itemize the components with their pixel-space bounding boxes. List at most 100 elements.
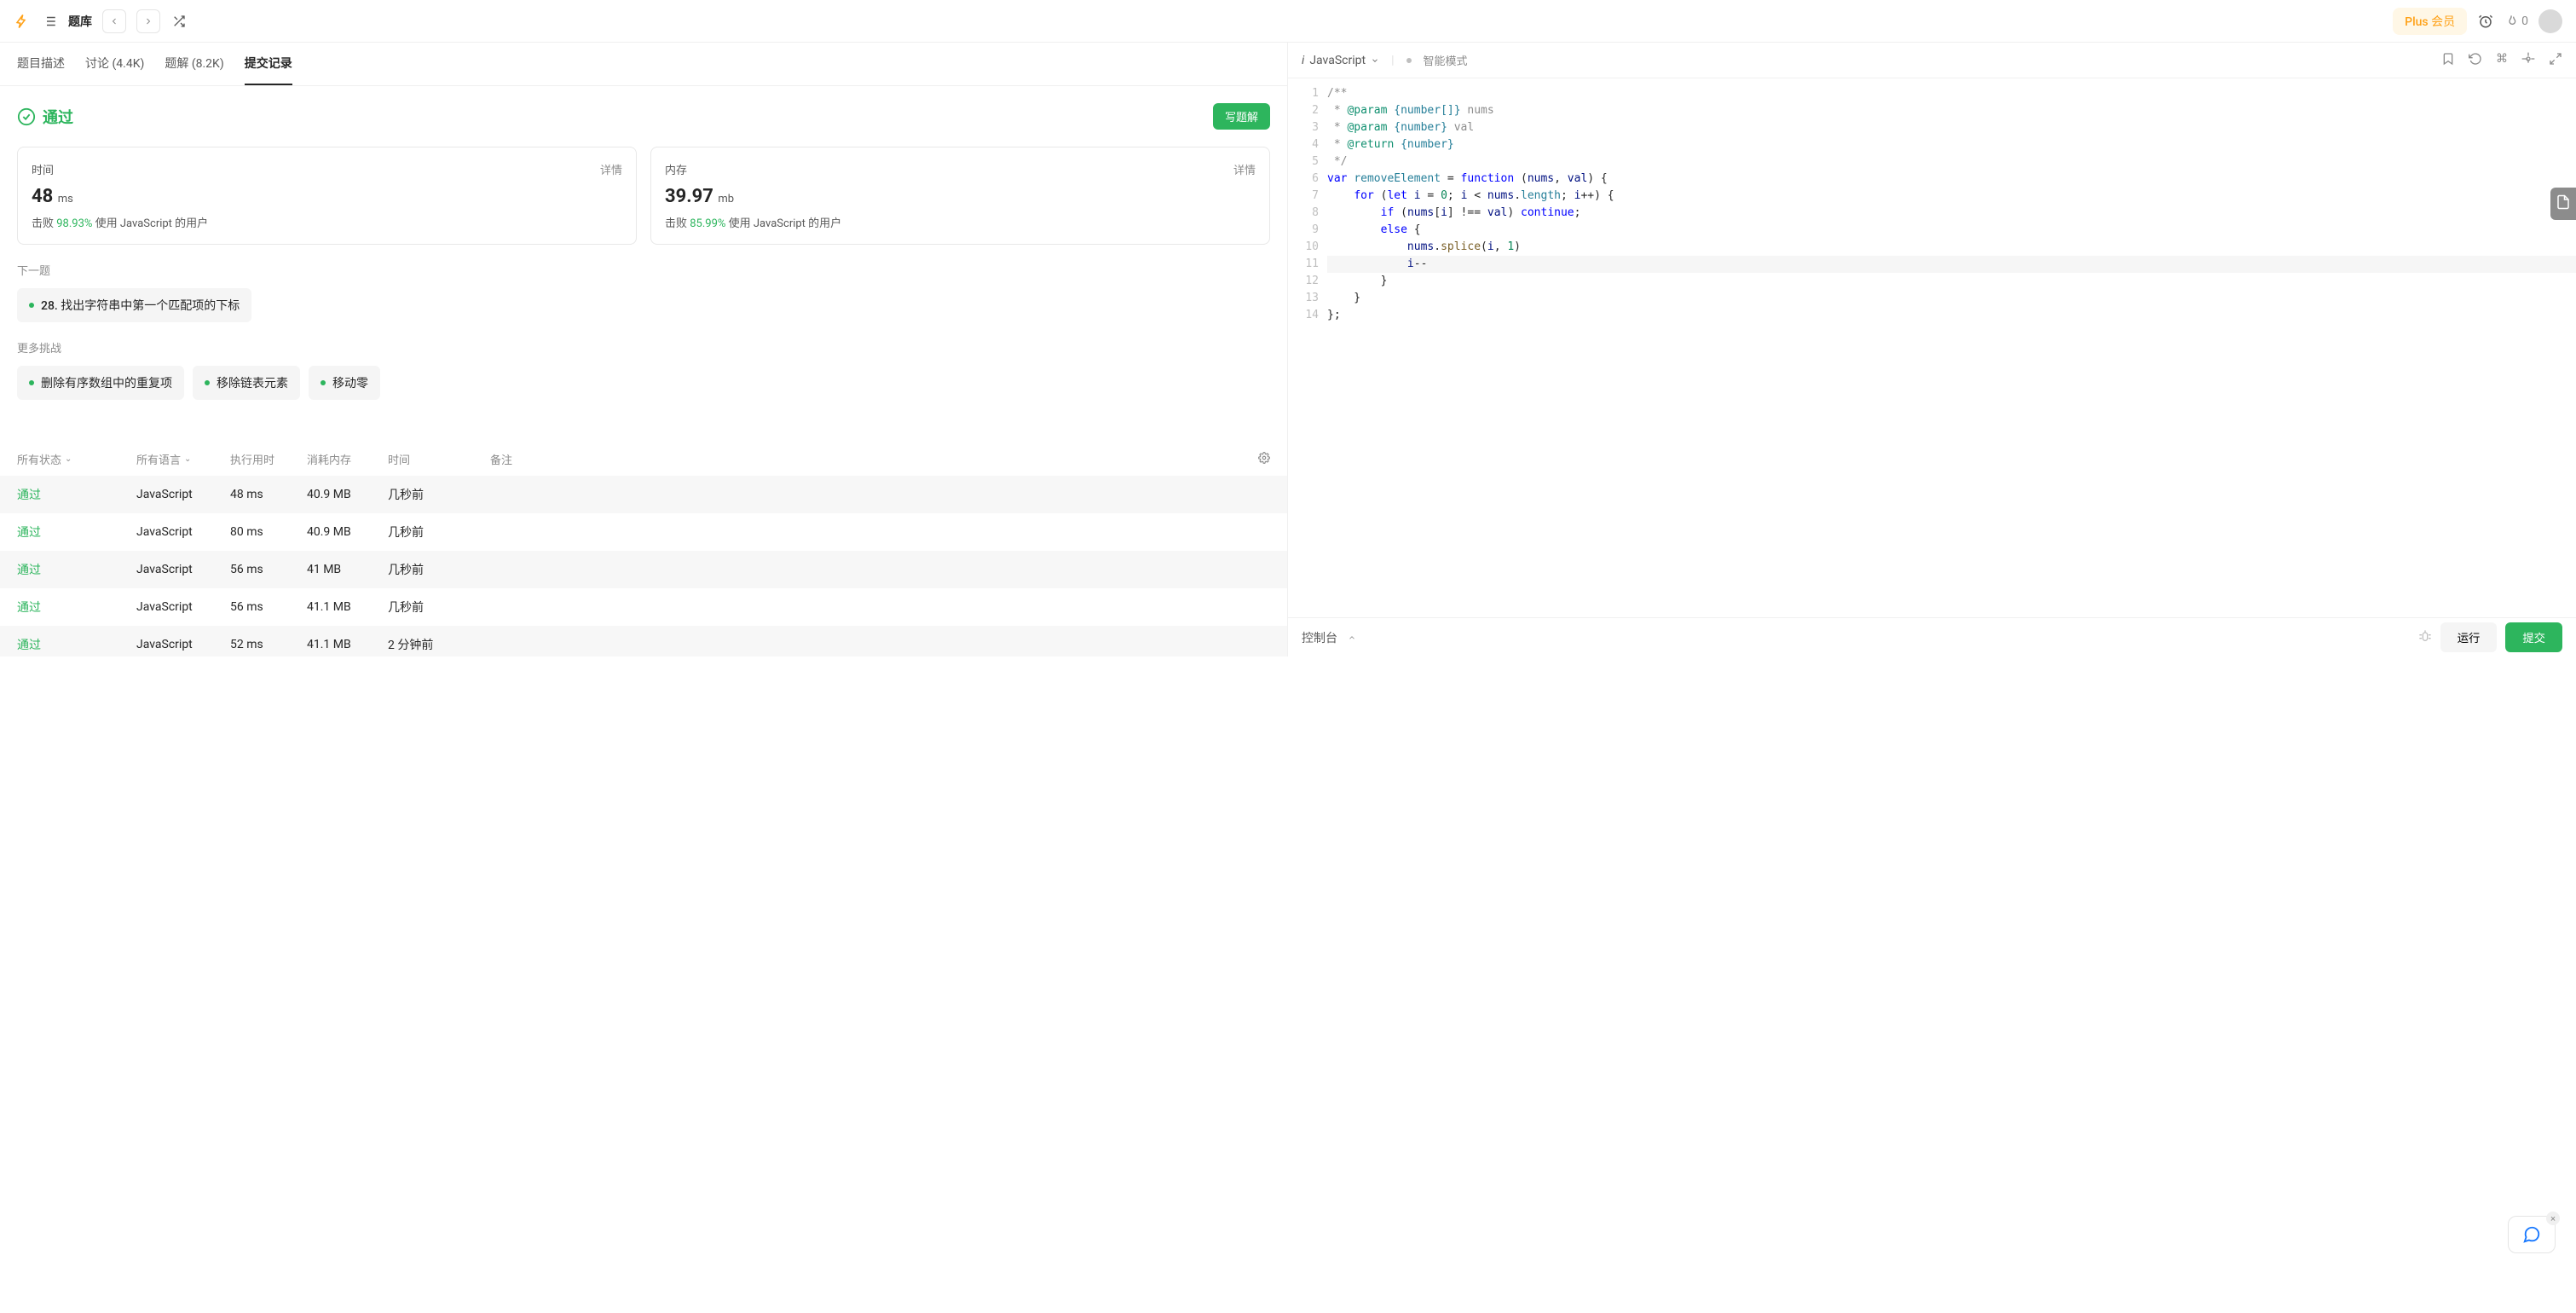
top-bar: 题库 Plus 会员 0	[0, 0, 2576, 43]
row-status: 通过	[17, 523, 136, 541]
submissions-table: 所有状态⌄ 所有语言⌄ 执行用时 消耗内存 时间 备注 通过JavaScript…	[0, 442, 1287, 656]
timer-icon[interactable]	[2477, 13, 2494, 30]
memory-card: 内存 详情 39.97 mb 击败 85.99% 使用 JavaScript 的…	[650, 147, 1270, 245]
row-lang: JavaScript	[136, 638, 230, 651]
chevron-down-icon: ⌄	[184, 454, 191, 464]
challenge-label: 移动零	[332, 374, 368, 391]
right-panel: iJavaScript | 智能模式 ⌘ 1234567891011121314…	[1288, 43, 2576, 656]
avatar[interactable]	[2538, 9, 2562, 33]
result-area: 通过 写题解 时间 详情 48 ms 击败 98.93% 使用 JavaScri…	[0, 86, 1287, 417]
row-lang: JavaScript	[136, 525, 230, 539]
row-time: 几秒前	[388, 523, 490, 541]
write-solution-button[interactable]: 写题解	[1213, 103, 1270, 130]
next-problem-chip[interactable]: 28. 找出字符串中第一个匹配项的下标	[17, 288, 251, 322]
code-editor[interactable]: 1234567891011121314 /** * @param {number…	[1288, 78, 2576, 617]
line-gutter: 1234567891011121314	[1288, 78, 1327, 617]
challenge-label: 删除有序数组中的重复项	[41, 374, 172, 391]
difficulty-dot-icon	[29, 380, 34, 385]
col-note: 备注	[490, 451, 1258, 467]
list-icon[interactable]	[41, 13, 58, 30]
reset-icon[interactable]	[2469, 52, 2482, 69]
accepted-status: 通过	[17, 106, 73, 128]
console-toggle[interactable]: 控制台	[1302, 629, 1337, 646]
col-memory: 消耗内存	[307, 451, 388, 467]
code-content[interactable]: /** * @param {number[]} nums * @param {n…	[1327, 78, 2576, 617]
smart-mode-dot-icon	[1406, 58, 1412, 63]
row-memory: 41.1 MB	[307, 600, 388, 614]
row-time: 2 分钟前	[388, 636, 490, 653]
row-status: 通过	[17, 561, 136, 578]
settings-icon[interactable]	[2521, 52, 2535, 69]
col-lang-filter[interactable]: 所有语言⌄	[136, 451, 230, 467]
row-status: 通过	[17, 599, 136, 616]
submit-button[interactable]: 提交	[2505, 622, 2562, 652]
row-time: 几秒前	[388, 561, 490, 578]
left-panel: 题目描述 讨论 (4.4K) 题解 (8.2K) 提交记录 通过 写题解 时间 …	[0, 43, 1288, 656]
col-status-filter[interactable]: 所有状态⌄	[17, 451, 136, 467]
table-row[interactable]: 通过JavaScript56 ms41 MB几秒前	[0, 551, 1287, 588]
streak-count: 0	[2521, 14, 2528, 28]
more-challenges-title: 更多挑战	[17, 339, 1270, 356]
tab-discuss[interactable]: 讨论 (4.4K)	[85, 43, 144, 85]
runtime-unit: ms	[58, 193, 73, 205]
row-lang: JavaScript	[136, 600, 230, 614]
challenge-chip[interactable]: 移除链表元素	[193, 366, 300, 400]
memory-unit: mb	[718, 193, 734, 205]
editor-header: iJavaScript | 智能模式 ⌘	[1288, 43, 2576, 78]
difficulty-dot-icon	[205, 380, 210, 385]
main-content: 题目描述 讨论 (4.4K) 题解 (8.2K) 提交记录 通过 写题解 时间 …	[0, 43, 2576, 656]
col-runtime: 执行用时	[230, 451, 307, 467]
challenge-label: 移除链表元素	[217, 374, 288, 391]
page-title: 题库	[68, 13, 92, 30]
next-problem-button[interactable]	[136, 9, 160, 33]
table-row[interactable]: 通过JavaScript56 ms41.1 MB几秒前	[0, 588, 1287, 626]
chevron-down-icon: ⌄	[65, 454, 72, 464]
challenge-chip[interactable]: 删除有序数组中的重复项	[17, 366, 184, 400]
plus-membership-button[interactable]: Plus 会员	[2393, 8, 2467, 35]
memory-label: 内存	[665, 161, 687, 177]
fullscreen-icon[interactable]	[2549, 52, 2562, 69]
close-icon[interactable]: ×	[2546, 1212, 2560, 1225]
smart-mode-label[interactable]: 智能模式	[1424, 52, 1468, 68]
row-lang: JavaScript	[136, 488, 230, 501]
streak-badge[interactable]: 0	[2504, 14, 2528, 28]
shuffle-icon[interactable]	[170, 13, 188, 30]
runtime-card: 时间 详情 48 ms 击败 98.93% 使用 JavaScript 的用户	[17, 147, 637, 245]
runtime-detail-link[interactable]: 详情	[600, 161, 622, 177]
debug-icon[interactable]	[2418, 629, 2432, 646]
runtime-label: 时间	[32, 161, 54, 177]
next-problem-title: 下一题	[17, 262, 1270, 278]
bookmark-icon[interactable]	[2441, 52, 2455, 69]
table-row[interactable]: 通过JavaScript52 ms41.1 MB2 分钟前	[0, 626, 1287, 656]
next-problem-label: 28. 找出字符串中第一个匹配项的下标	[41, 297, 240, 314]
row-memory: 41 MB	[307, 563, 388, 576]
logo-icon[interactable]	[14, 13, 31, 30]
memory-detail-link[interactable]: 详情	[1233, 161, 1256, 177]
language-selector[interactable]: iJavaScript	[1302, 54, 1379, 67]
tabs: 题目描述 讨论 (4.4K) 题解 (8.2K) 提交记录	[0, 43, 1287, 86]
table-settings-icon[interactable]	[1258, 452, 1270, 467]
table-row[interactable]: 通过JavaScript48 ms40.9 MB几秒前	[0, 476, 1287, 513]
challenge-chip[interactable]: 移动零	[309, 366, 380, 400]
difficulty-dot-icon	[321, 380, 326, 385]
keyboard-shortcuts-icon[interactable]: ⌘	[2496, 52, 2508, 69]
prev-problem-button[interactable]	[102, 9, 126, 33]
table-row[interactable]: 通过JavaScript80 ms40.9 MB几秒前	[0, 513, 1287, 551]
tab-solutions[interactable]: 题解 (8.2K)	[165, 43, 223, 85]
difficulty-dot-icon	[29, 303, 34, 308]
runtime-beat: 击败 98.93% 使用 JavaScript 的用户	[32, 214, 622, 230]
chevron-down-icon	[1371, 56, 1379, 65]
row-memory: 41.1 MB	[307, 638, 388, 651]
row-runtime: 56 ms	[230, 600, 307, 614]
floating-notes-button[interactable]	[2550, 188, 2576, 220]
chevron-up-icon[interactable]	[1348, 633, 1356, 642]
tab-submissions[interactable]: 提交记录	[245, 43, 292, 85]
floating-chat-button[interactable]: ×	[2508, 1216, 2556, 1253]
bottom-bar: 控制台 运行 提交	[1288, 617, 2576, 656]
row-lang: JavaScript	[136, 563, 230, 576]
row-runtime: 56 ms	[230, 563, 307, 576]
memory-beat: 击败 85.99% 使用 JavaScript 的用户	[665, 214, 1256, 230]
row-memory: 40.9 MB	[307, 488, 388, 501]
tab-description[interactable]: 题目描述	[17, 43, 65, 85]
run-button[interactable]: 运行	[2440, 622, 2498, 652]
